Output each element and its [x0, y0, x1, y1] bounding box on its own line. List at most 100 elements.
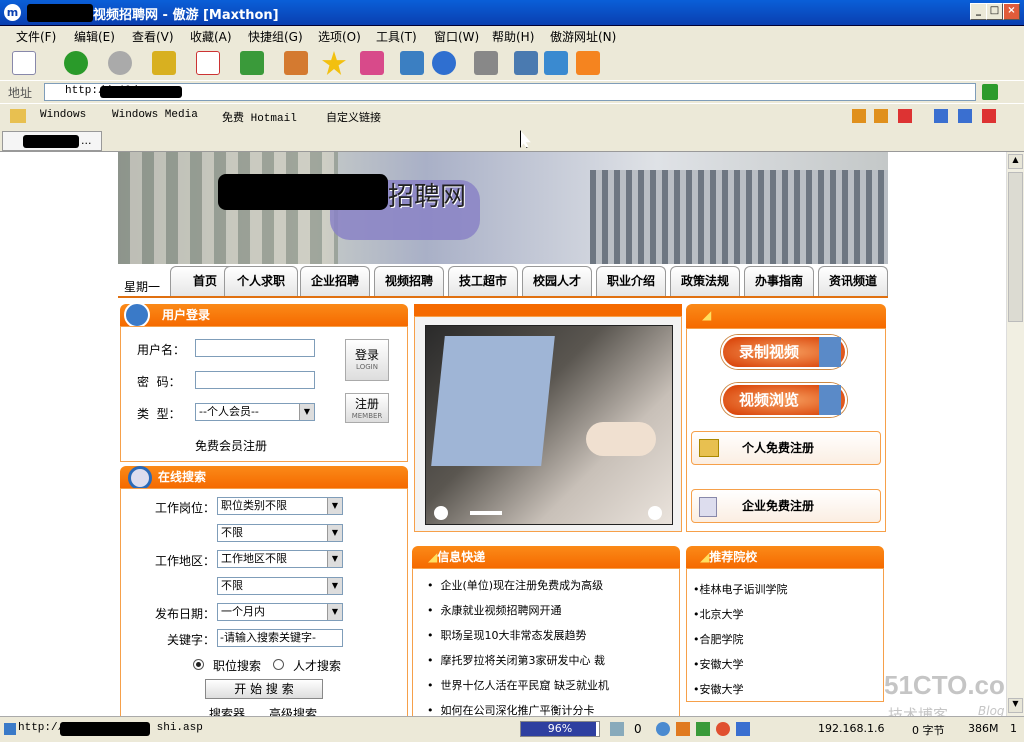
volume-slider[interactable] — [470, 511, 502, 515]
rss-icon[interactable] — [576, 51, 600, 75]
company-register-button[interactable]: 企业免费注册 — [691, 489, 881, 523]
home-icon[interactable] — [284, 51, 308, 75]
school-item[interactable]: •安徽大学 — [693, 681, 744, 697]
menu-help[interactable]: 帮助(H) — [492, 28, 534, 45]
login-button[interactable]: 登录 LOGIN — [345, 339, 389, 381]
fav-windows[interactable]: Windows — [40, 109, 86, 121]
fav-windows-media[interactable]: Windows Media — [112, 109, 198, 121]
menu-options[interactable]: 选项(O) — [318, 28, 361, 45]
undo-icon[interactable] — [432, 51, 456, 75]
sidebar-icon[interactable] — [514, 51, 538, 75]
menu-view[interactable]: 查看(V) — [132, 28, 174, 45]
folder-user-icon — [699, 439, 719, 457]
keyword-input[interactable]: -请输入搜索关键字- — [217, 629, 343, 647]
favorites-star-icon[interactable] — [322, 51, 346, 75]
nav-policy[interactable]: 政策法规 — [670, 266, 740, 296]
maxthon-logo-icon[interactable]: m — [4, 4, 21, 21]
nav-job-agency[interactable]: 职业介绍 — [596, 266, 666, 296]
fav-hotmail[interactable]: 免费 Hotmail — [222, 109, 297, 125]
nav-news-channel[interactable]: 资讯频道 — [818, 266, 888, 296]
browser-tab[interactable]: ... — [2, 131, 102, 151]
news-item[interactable]: • 职场呈现10大非常态发展趋势 — [427, 627, 586, 643]
refresh-icon[interactable] — [240, 51, 264, 75]
radio-talent-search[interactable] — [273, 659, 284, 670]
folder-icon[interactable] — [10, 109, 26, 123]
news-item[interactable]: • 世界十亿人活在平民窟 缺乏就业机 — [427, 677, 609, 693]
settings-icon[interactable] — [736, 722, 750, 736]
nav-video-hire[interactable]: 视频招聘 — [374, 266, 444, 296]
network-icon[interactable] — [656, 722, 670, 736]
area-select[interactable]: 工作地区不限 ▼ — [217, 550, 343, 568]
free-register-link[interactable]: 免费会员注册 — [195, 437, 267, 454]
minimize-button[interactable]: _ — [970, 3, 987, 20]
register-button[interactable]: 注册 MEMBER — [345, 393, 389, 423]
news-item[interactable]: • 企业(单位)现在注册免费成为高级 — [427, 577, 603, 593]
radio-job-search[interactable] — [193, 659, 204, 670]
menu-groups[interactable]: 快捷组(G) — [248, 28, 303, 45]
tab-restore-icon[interactable] — [958, 109, 972, 123]
area-sub-select[interactable]: 不限 ▼ — [217, 577, 343, 595]
tab-next-icon[interactable] — [874, 109, 888, 123]
radio-job-label: 职位搜索 — [213, 659, 262, 673]
rewind-icon[interactable] — [648, 506, 662, 520]
stop-icon[interactable] — [196, 51, 220, 75]
layout-icon[interactable] — [474, 51, 498, 75]
news-item[interactable]: • 摩托罗拉将关闭第3家研发中心 裁 — [427, 652, 605, 668]
up-icon[interactable] — [152, 51, 176, 75]
scroll-down-icon[interactable]: ▼ — [1008, 698, 1023, 713]
fav-custom-links[interactable]: 自定义链接 — [326, 109, 381, 125]
school-item-text: 安徽大学 — [699, 658, 744, 671]
close-button[interactable]: × — [1003, 3, 1020, 20]
nav-job-seek[interactable]: 个人求职 — [224, 266, 298, 296]
nav-guide[interactable]: 办事指南 — [744, 266, 814, 296]
edit-icon[interactable] — [544, 51, 568, 75]
tab-minimize-icon[interactable] — [934, 109, 948, 123]
plugin-icon[interactable] — [696, 722, 710, 736]
forward-icon[interactable] — [108, 51, 132, 75]
start-search-button[interactable]: 开 始 搜 索 — [205, 679, 323, 699]
video-player[interactable] — [425, 325, 673, 525]
school-item[interactable]: •北京大学 — [693, 606, 744, 622]
back-icon[interactable] — [64, 51, 88, 75]
go-icon[interactable] — [982, 84, 998, 100]
address-input[interactable]: http:// 46/ — [44, 83, 976, 101]
popup-block-icon[interactable] — [610, 722, 624, 736]
school-item[interactable]: •合肥学院 — [693, 631, 744, 647]
menu-tools[interactable]: 工具(T) — [376, 28, 417, 45]
tab-prev-icon[interactable] — [852, 109, 866, 123]
security-icon[interactable] — [676, 722, 690, 736]
tab-close-all-icon[interactable] — [982, 109, 996, 123]
username-input[interactable] — [195, 339, 315, 357]
menu-favorites[interactable]: 收藏(A) — [190, 28, 232, 45]
job-category-select[interactable]: 职位类别不限 ▼ — [217, 497, 343, 515]
font-icon[interactable] — [360, 51, 384, 75]
close-tab-icon[interactable] — [898, 109, 912, 123]
school-item[interactable]: •安徽大学 — [693, 656, 744, 672]
scroll-thumb[interactable] — [1008, 172, 1023, 322]
nav-skilled-market[interactable]: 技工超市 — [448, 266, 518, 296]
menu-window[interactable]: 窗口(W) — [434, 28, 479, 45]
nav-company-hire[interactable]: 企业招聘 — [300, 266, 370, 296]
advanced-search-link[interactable]: 高级搜索 — [269, 705, 317, 716]
maximize-button[interactable]: □ — [986, 3, 1003, 20]
news-item[interactable]: • 永康就业视频招聘网开通 — [427, 602, 561, 618]
nav-campus-talent[interactable]: 校园人才 — [522, 266, 592, 296]
menu-edit[interactable]: 编辑(E) — [74, 28, 115, 45]
vertical-scrollbar[interactable]: ▲ ▼ — [1006, 152, 1024, 716]
fullscreen-icon[interactable] — [400, 51, 424, 75]
flower-icon[interactable] — [716, 722, 730, 736]
play-pause-icon[interactable] — [434, 506, 448, 520]
member-type-select[interactable]: --个人会员-- ▼ — [195, 403, 315, 421]
school-item[interactable]: •桂林电子诟训学院 — [693, 581, 788, 597]
menu-file[interactable]: 文件(F) — [16, 28, 56, 45]
date-select[interactable]: 一个月内 ▼ — [217, 603, 343, 621]
personal-register-button[interactable]: 个人免费注册 — [691, 431, 881, 465]
password-input[interactable] — [195, 371, 315, 389]
new-page-icon[interactable] — [12, 51, 36, 75]
menu-maxthon-sites[interactable]: 傲游网址(N) — [550, 28, 616, 45]
news-item[interactable]: • 如何在公司深化推广平衡计分卡 — [427, 702, 594, 716]
search-tool-link[interactable]: 搜索器 — [209, 705, 245, 716]
scroll-up-icon[interactable]: ▲ — [1008, 154, 1023, 169]
title-bar[interactable]: m 视频招聘网 - 傲游 [Maxthon] _ □ × — [0, 0, 1024, 26]
job-sub-select[interactable]: 不限 ▼ — [217, 524, 343, 542]
